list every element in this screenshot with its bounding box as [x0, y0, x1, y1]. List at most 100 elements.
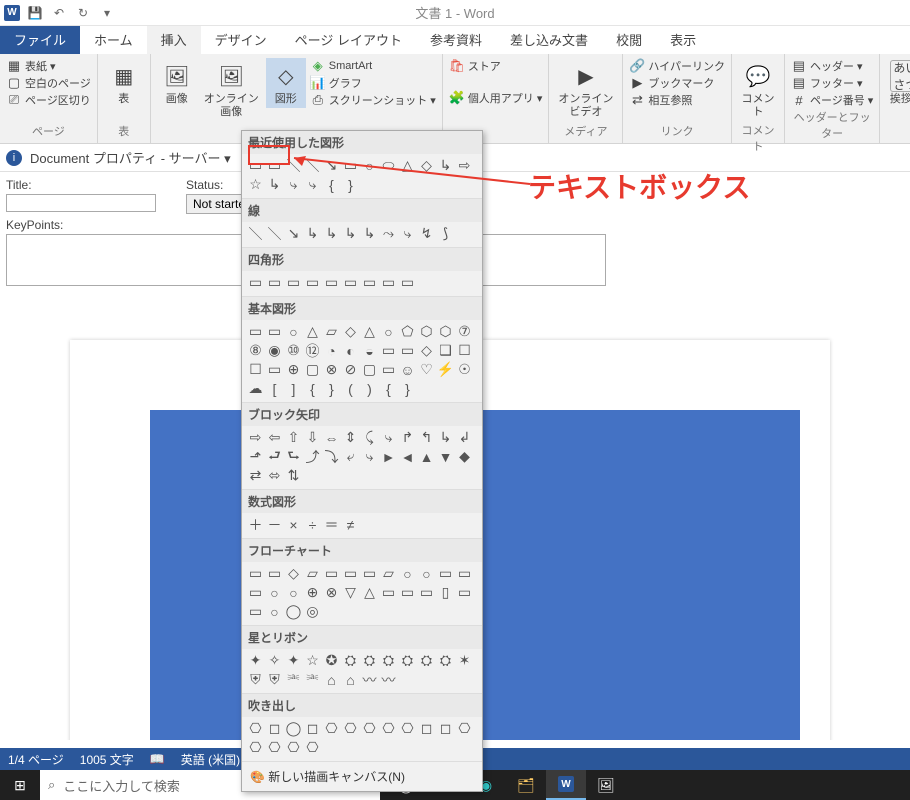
smartart-button[interactable]: ◈SmartArt	[310, 58, 436, 74]
shape-item[interactable]: ⑧	[246, 341, 265, 360]
comment-button[interactable]: 💬コメント	[738, 58, 778, 121]
shape-item[interactable]: ○	[398, 564, 417, 583]
shape-item[interactable]: ☐	[455, 341, 474, 360]
shape-item[interactable]: ↳	[341, 224, 360, 243]
shape-item[interactable]: ⛭	[341, 651, 360, 670]
shape-item[interactable]: ⤴	[303, 447, 322, 466]
shape-item[interactable]: ×	[284, 515, 303, 534]
tab-review[interactable]: 校閲	[602, 25, 656, 54]
shape-item[interactable]: ⎔	[379, 719, 398, 738]
shape-item[interactable]: ⑩	[284, 341, 303, 360]
shape-item[interactable]: ⇄	[246, 466, 265, 485]
photo-app-icon[interactable]: 🖼	[586, 770, 626, 800]
shape-item[interactable]: ⛭	[417, 651, 436, 670]
status-words[interactable]: 1005 文字	[80, 751, 134, 768]
shape-item[interactable]: }	[322, 379, 341, 398]
shape-item[interactable]: ⊗	[322, 360, 341, 379]
tab-references[interactable]: 参考資料	[416, 25, 496, 54]
shape-item[interactable]: ↯	[417, 224, 436, 243]
shape-item[interactable]: ▭	[246, 602, 265, 621]
shape-item[interactable]: ◇	[341, 322, 360, 341]
greeting-button[interactable]: あいさつ挨拶文	[886, 58, 910, 108]
shape-item[interactable]: ◻	[265, 719, 284, 738]
repeat-icon[interactable]: ↻	[74, 4, 92, 22]
shape-item[interactable]: ◇	[417, 156, 436, 175]
shape-item[interactable]: ⛭	[360, 651, 379, 670]
shape-item[interactable]: ❑	[436, 341, 455, 360]
shape-item[interactable]: ⎃	[284, 670, 303, 689]
my-apps-button[interactable]: 🧩個人用アプリ ▾	[449, 90, 543, 106]
shape-item[interactable]: ⤷	[360, 447, 379, 466]
save-icon[interactable]: 💾	[26, 4, 44, 22]
shape-item[interactable]: ◻	[436, 719, 455, 738]
shape-item[interactable]: ⇨	[455, 156, 474, 175]
shape-item[interactable]: ◔	[322, 341, 341, 360]
shape-item[interactable]: ▭	[246, 156, 265, 175]
shape-item[interactable]: ▭	[265, 360, 284, 379]
shape-item[interactable]: ►	[379, 447, 398, 466]
shape-item[interactable]: ▭	[379, 583, 398, 602]
shape-item[interactable]: －	[265, 515, 284, 534]
shape-item[interactable]: △	[360, 583, 379, 602]
shape-item[interactable]: ○	[265, 583, 284, 602]
shape-item[interactable]: ▭	[379, 273, 398, 292]
new-canvas-button[interactable]: 🎨 新しい描画キャンバス(N)	[242, 762, 482, 791]
shape-item[interactable]: ⬄	[265, 466, 284, 485]
online-image-button[interactable]: 🖼オンライン 画像	[201, 58, 262, 121]
start-button[interactable]: ⊞	[0, 770, 40, 800]
shape-item[interactable]: △	[303, 322, 322, 341]
shape-item[interactable]: ⊕	[284, 360, 303, 379]
shape-item[interactable]: ▭	[341, 156, 360, 175]
shape-item[interactable]: ☆	[246, 175, 265, 194]
shape-item[interactable]: ⤷	[398, 224, 417, 243]
shape-item[interactable]: ◇	[417, 341, 436, 360]
shape-item[interactable]: ]	[284, 379, 303, 398]
shape-item[interactable]: ▭	[455, 564, 474, 583]
shape-item[interactable]: ◻	[303, 719, 322, 738]
shape-item[interactable]: ▱	[322, 322, 341, 341]
shape-item[interactable]: ⎃	[303, 670, 322, 689]
shape-item[interactable]: ⬡	[436, 322, 455, 341]
header-button[interactable]: ▤ヘッダー ▾	[791, 58, 873, 74]
shape-item[interactable]: {	[379, 379, 398, 398]
shape-item[interactable]: ↳	[436, 428, 455, 447]
image-button[interactable]: 🖼画像	[157, 58, 197, 108]
shape-item[interactable]: ☺	[398, 360, 417, 379]
tab-design[interactable]: デザイン	[201, 25, 281, 54]
shape-item[interactable]: ⑦	[455, 322, 474, 341]
title-input[interactable]	[6, 194, 156, 212]
shape-item[interactable]: ＼	[303, 156, 322, 175]
shape-item[interactable]: ⇔	[322, 428, 341, 447]
shape-item[interactable]: ▼	[436, 447, 455, 466]
explorer-icon[interactable]: 🗂	[506, 770, 546, 800]
shape-item[interactable]: ↳	[436, 156, 455, 175]
shape-item[interactable]: ○	[417, 564, 436, 583]
store-button[interactable]: 🛍ストア	[449, 58, 543, 74]
shape-item[interactable]: ◯	[284, 719, 303, 738]
online-video-button[interactable]: ▶オンライン ビデオ	[555, 58, 616, 121]
shape-item[interactable]: ⚡	[436, 360, 455, 379]
shape-item[interactable]: ↳	[360, 224, 379, 243]
shape-item[interactable]: ⊗	[322, 583, 341, 602]
shape-item[interactable]: ▭	[265, 273, 284, 292]
shape-item[interactable]: ⤵	[322, 447, 341, 466]
shape-item[interactable]: ↳	[303, 224, 322, 243]
shape-item[interactable]: 〰	[379, 670, 398, 689]
shape-item[interactable]: ▢	[303, 360, 322, 379]
shape-item[interactable]: ⤶	[341, 447, 360, 466]
screenshot-button[interactable]: ⎙スクリーンショット ▾	[310, 92, 436, 108]
shape-item[interactable]: ＼	[284, 156, 303, 175]
shape-item[interactable]: ⊘	[341, 360, 360, 379]
shape-item[interactable]: ▽	[341, 583, 360, 602]
tab-view[interactable]: 表示	[656, 25, 710, 54]
shape-item[interactable]: ▭	[265, 156, 284, 175]
shape-item[interactable]: △	[398, 156, 417, 175]
page-break-button[interactable]: ⎚ページ区切り	[6, 92, 91, 108]
shape-item[interactable]: ◐	[341, 341, 360, 360]
shape-item[interactable]: 〰	[360, 670, 379, 689]
shape-item[interactable]: ⎔	[322, 719, 341, 738]
shape-item[interactable]: ⌂	[341, 670, 360, 689]
shape-item[interactable]: ⎔	[246, 738, 265, 757]
shape-item[interactable]: ▭	[246, 273, 265, 292]
tab-home[interactable]: ホーム	[80, 25, 147, 54]
